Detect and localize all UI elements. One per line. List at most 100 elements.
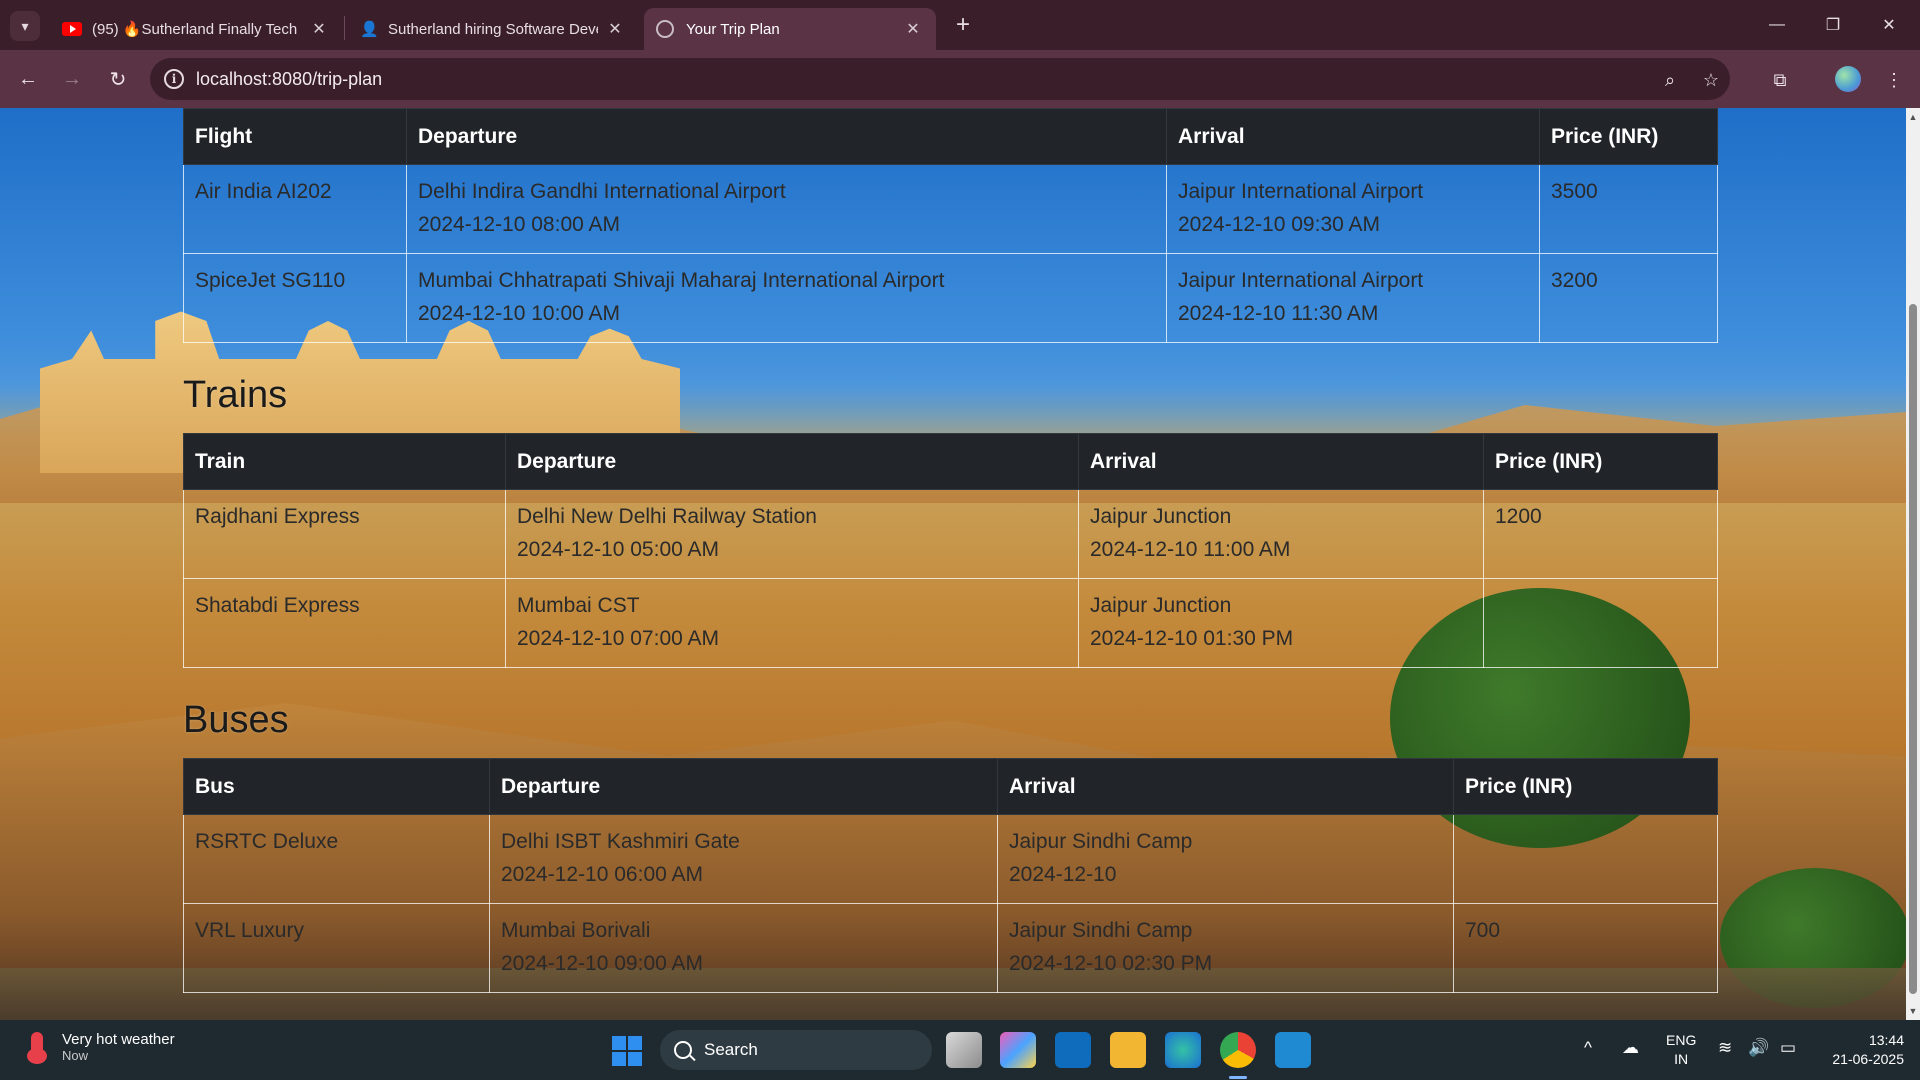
flights-table: Flight Departure Arrival Price (INR) Air… [183,108,1718,343]
back-button[interactable]: ← [12,63,44,95]
arrival-cell: Jaipur Junction 2024-12-10 01:30 PM [1078,578,1484,668]
close-window-button[interactable]: ✕ [1866,8,1912,42]
arrival-time: 2024-12-10 02:30 PM [1009,952,1213,975]
restore-button[interactable]: ❐ [1810,8,1856,42]
new-tab-button[interactable]: + [948,10,978,40]
table-row: Rajdhani Express Delhi New Delhi Railway… [183,489,1718,579]
arrival-time: 2024-12-10 11:30 AM [1178,302,1379,325]
arrival-place: Jaipur Junction [1090,594,1232,617]
close-icon[interactable]: ✕ [606,19,624,39]
tab-sutherland-job[interactable]: 👤 Sutherland hiring Software Developer ✕ [348,8,638,50]
person-icon: 👤 [360,21,379,38]
task-view-icon[interactable] [946,1032,982,1068]
tab-youtube[interactable]: (95) 🔥Sutherland Finally Tech Hiring ✕ [50,8,340,50]
language-indicator[interactable]: ENG IN [1666,1031,1696,1069]
bus-name: RSRTC Deluxe [183,814,490,904]
buses-table: Bus Departure Arrival Price (INR) RSRTC … [183,758,1718,993]
arrival-place: Jaipur International Airport [1178,269,1424,292]
departure-time: 2024-12-10 09:00 AM [501,952,703,975]
bus-name: VRL Luxury [183,903,490,993]
departure-place: Delhi Indira Gandhi International Airpor… [418,180,786,203]
address-bar[interactable]: i localhost:8080/trip-plan ⌕ ☆ [150,58,1730,100]
price-cell: 1200 [1483,489,1718,579]
departure-place: Delhi ISBT Kashmiri Gate [501,830,740,853]
price-cell: 3500 [1539,164,1718,254]
price-cell [1453,814,1718,904]
wifi-icon[interactable]: ≋ [1718,1038,1732,1058]
outlook-icon[interactable] [1055,1032,1091,1068]
departure-time: 2024-12-10 08:00 AM [418,213,620,236]
vscode-icon[interactable] [1275,1032,1311,1068]
column-header: Arrival [1166,108,1540,165]
windows-taskbar: Very hot weather Now Search ^ ☁ ENG IN ≋… [0,1020,1920,1080]
edge-icon[interactable] [1165,1032,1201,1068]
url-text[interactable]: localhost:8080/trip-plan [196,69,382,90]
table-row: Shatabdi Express Mumbai CST 2024-12-10 07… [183,578,1718,668]
system-clock[interactable]: 13:44 21-06-2025 [1820,1031,1904,1069]
column-header: Departure [489,758,998,815]
column-header: Price (INR) [1539,108,1718,165]
copilot-icon[interactable] [1000,1032,1036,1068]
youtube-icon [62,22,82,36]
price-cell [1483,578,1718,668]
file-explorer-icon[interactable] [1110,1032,1146,1068]
profile-avatar[interactable] [1835,66,1861,92]
close-icon[interactable]: ✕ [310,19,328,39]
language-code: ENG [1666,1032,1697,1048]
tray-overflow-icon[interactable]: ^ [1584,1038,1592,1058]
train-name: Rajdhani Express [183,489,506,579]
tab-search-button[interactable]: ▾ [10,11,40,41]
departure-cell: Delhi ISBT Kashmiri Gate 2024-12-10 06:00… [489,814,998,904]
table-row: Air India AI202 Delhi Indira Gandhi Inte… [183,164,1718,254]
arrival-cell: Jaipur Sindhi Camp 2024-12-10 [997,814,1454,904]
bookmark-star-icon[interactable]: ☆ [1699,68,1723,92]
flight-name: SpiceJet SG110 [183,253,407,343]
column-header: Price (INR) [1453,758,1718,815]
menu-icon[interactable]: ⋮ [1882,68,1906,92]
clock-date: 21-06-2025 [1832,1051,1904,1067]
tab-title: Sutherland hiring Software Developer [388,20,598,38]
scroll-down-icon[interactable]: ▼ [1908,1006,1918,1016]
taskbar-search[interactable]: Search [660,1030,932,1070]
globe-icon [656,20,674,38]
clock-time: 13:44 [1868,1032,1904,1048]
departure-place: Delhi New Delhi Railway Station [517,505,817,528]
arrival-cell: Jaipur International Airport 2024-12-10 0… [1166,164,1540,254]
arrival-place: Jaipur Junction [1090,505,1232,528]
battery-icon[interactable]: ▭ [1780,1038,1796,1058]
weather-title: Very hot weather [62,1031,175,1048]
arrival-place: Jaipur International Airport [1178,180,1424,203]
scroll-up-icon[interactable]: ▲ [1908,112,1918,122]
browser-toolbar: ← → ↻ i localhost:8080/trip-plan ⌕ ☆ ⧉ ⋮ [0,50,1920,108]
close-icon[interactable]: ✕ [904,19,922,39]
windows-start-icon[interactable] [612,1036,642,1066]
minimize-button[interactable]: — [1754,8,1800,42]
volume-icon[interactable]: 🔊 [1748,1038,1769,1058]
departure-place: Mumbai Chhatrapati Shivaji Maharaj Inter… [418,269,945,292]
tab-divider [344,16,345,40]
tab-trip-plan[interactable]: Your Trip Plan ✕ [644,8,936,50]
weather-widget[interactable]: Very hot weather Now [24,1030,175,1064]
table-row: SpiceJet SG110 Mumbai Chhatrapati Shivaj… [183,253,1718,343]
scrollbar-thumb[interactable] [1909,304,1917,994]
column-header: Bus [183,758,490,815]
column-header: Arrival [997,758,1454,815]
page-scrollbar[interactable]: ▲ ▼ [1906,108,1920,1020]
forward-button[interactable]: → [56,63,88,95]
column-header: Price (INR) [1483,433,1718,490]
table-row: VRL Luxury Mumbai Borivali 2024-12-10 09:… [183,903,1718,993]
trip-plan-content: Flight Departure Arrival Price (INR) Air… [183,108,1718,993]
column-header: Arrival [1078,433,1484,490]
extensions-icon[interactable]: ⧉ [1768,68,1792,92]
site-info-icon[interactable]: i [164,69,184,89]
chrome-icon[interactable] [1220,1032,1256,1068]
train-name: Shatabdi Express [183,578,506,668]
reload-button[interactable]: ↻ [102,63,134,95]
column-header: Train [183,433,506,490]
region-code: IN [1674,1051,1689,1067]
onedrive-icon[interactable]: ☁ [1622,1038,1639,1058]
page-viewport: Flight Departure Arrival Price (INR) Air… [0,108,1906,1020]
zoom-icon[interactable]: ⌕ [1658,68,1682,92]
departure-cell: Delhi New Delhi Railway Station 2024-12-1… [505,489,1079,579]
arrival-place: Jaipur Sindhi Camp [1009,830,1193,853]
